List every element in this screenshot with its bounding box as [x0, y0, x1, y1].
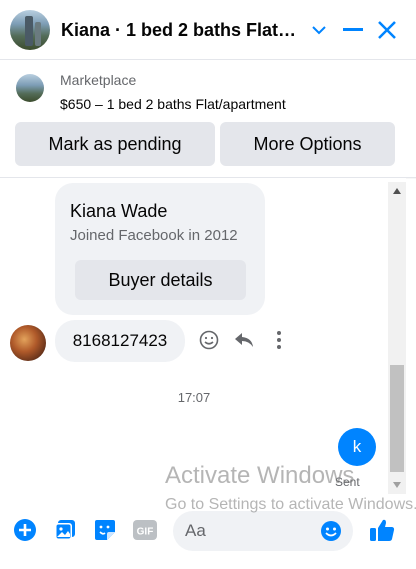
- scrollbar-thumb[interactable]: [390, 365, 404, 472]
- avatar[interactable]: [10, 10, 50, 50]
- message-timestamp: 17:07: [177, 390, 211, 405]
- thumbs-up-icon[interactable]: [368, 516, 396, 544]
- chat-header: Kiana · 1 bed 2 baths Flat/apartment: [0, 0, 416, 60]
- more-options-button[interactable]: More Options: [220, 122, 395, 166]
- sent-message-bubble[interactable]: k: [338, 428, 376, 466]
- activation-watermark-subtitle: Go to Settings to activate Windows.: [165, 496, 416, 513]
- mark-as-pending-button[interactable]: Mark as pending: [15, 122, 215, 166]
- marketplace-card: Marketplace $650 – 1 bed 2 baths Flat/ap…: [0, 60, 416, 178]
- svg-text:GIF: GIF: [137, 527, 154, 538]
- photo-icon[interactable]: [53, 518, 77, 542]
- chat-title[interactable]: Kiana · 1 bed 2 baths Flat/apartment: [61, 20, 301, 41]
- chevron-down-icon[interactable]: [305, 16, 333, 44]
- more-vertical-icon[interactable]: [267, 328, 291, 352]
- message-bubble[interactable]: 8168127423: [55, 320, 185, 362]
- listing-thumbnail[interactable]: [16, 74, 44, 102]
- listing-description[interactable]: $650 – 1 bed 2 baths Flat/apartment: [60, 96, 286, 112]
- activation-watermark-title: Activate Windows: [165, 462, 355, 489]
- emoji-icon[interactable]: [319, 519, 343, 543]
- react-emoji-icon[interactable]: [197, 328, 221, 352]
- chat-messages: Kiana Wade Joined Facebook in 2012 Buyer…: [0, 179, 416, 494]
- marketplace-label: Marketplace: [60, 72, 137, 88]
- message-input[interactable]: [185, 519, 315, 543]
- scrollbar[interactable]: [388, 182, 406, 494]
- reply-icon[interactable]: [232, 328, 256, 352]
- add-icon[interactable]: [13, 518, 37, 542]
- close-icon[interactable]: [373, 16, 401, 44]
- scroll-up-arrow-icon[interactable]: [388, 182, 406, 200]
- avatar[interactable]: [10, 325, 46, 361]
- message-input-box: [173, 511, 353, 551]
- gif-icon[interactable]: GIF: [133, 518, 157, 542]
- scroll-down-arrow-icon[interactable]: [388, 476, 406, 494]
- sticker-icon[interactable]: [93, 518, 117, 542]
- buyer-details-button[interactable]: Buyer details: [75, 260, 246, 300]
- minimize-icon[interactable]: [339, 16, 367, 44]
- buyer-profile-card: Kiana Wade Joined Facebook in 2012 Buyer…: [55, 183, 265, 315]
- buyer-joined-text: Joined Facebook in 2012: [70, 227, 238, 244]
- buyer-name: Kiana Wade: [70, 201, 168, 221]
